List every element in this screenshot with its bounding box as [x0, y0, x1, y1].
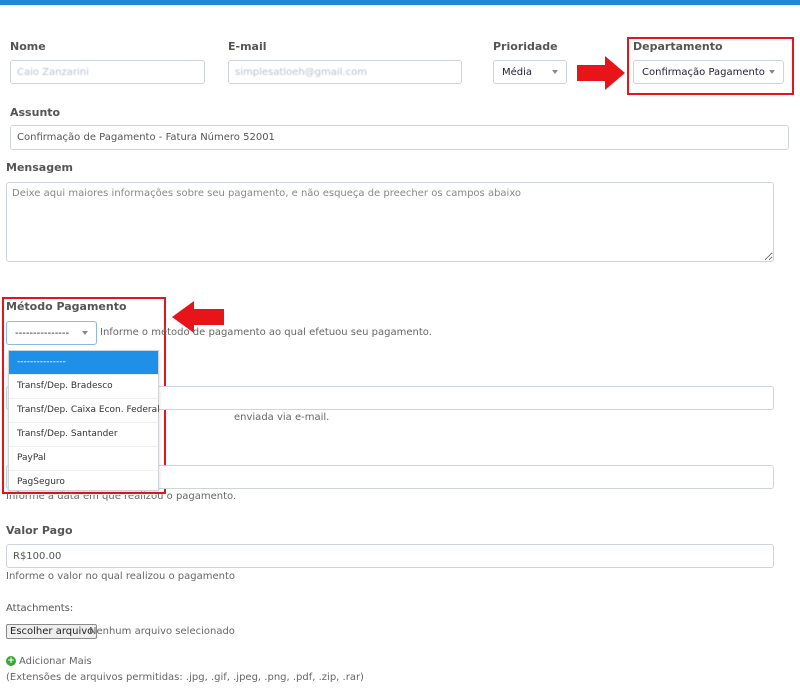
valor-value: R$100.00 — [13, 550, 62, 562]
dropdown-option[interactable]: PayPal — [9, 447, 158, 471]
mensagem-textarea[interactable] — [6, 182, 774, 262]
chevron-down-icon — [82, 331, 88, 335]
valor-help: Informe o valor no qual realizou o pagam… — [6, 571, 235, 582]
nome-value: Caio Zanzarini — [17, 66, 89, 78]
assunto-label: Assunto — [10, 106, 61, 119]
top-accent-bar — [0, 0, 800, 5]
choose-file-button[interactable]: Escolher arquivo — [6, 624, 98, 639]
departamento-label: Departamento — [633, 40, 723, 53]
allowed-extensions: (Extensões de arquivos permitidas: .jpg,… — [6, 672, 364, 683]
add-more-link[interactable]: Adicionar Mais — [19, 656, 92, 667]
metodo-help: Informe o método de pagamento ao qual ef… — [100, 327, 432, 338]
chevron-down-icon — [552, 70, 558, 74]
departamento-value: Confirmação Pagamento — [642, 66, 765, 78]
assunto-input[interactable]: Confirmação de Pagamento - Fatura Número… — [10, 125, 789, 150]
mensagem-label: Mensagem — [6, 161, 74, 174]
red-arrow-right-icon — [577, 56, 625, 90]
dropdown-option[interactable]: PagSeguro — [9, 471, 158, 495]
metodo-select[interactable]: --------------- — [6, 321, 97, 345]
metodo-label: Método Pagamento — [6, 300, 127, 313]
prioridade-select[interactable]: Média — [493, 60, 567, 84]
dropdown-option[interactable]: Transf/Dep. Caixa Econ. Federal — [9, 399, 160, 423]
prioridade-value: Média — [502, 66, 533, 78]
dropdown-option[interactable]: Transf/Dep. Santander — [9, 423, 158, 447]
attachments-label: Attachments: — [6, 603, 74, 614]
red-arrow-left-icon — [172, 301, 224, 333]
nome-label: Nome — [10, 40, 46, 53]
chevron-down-icon — [769, 70, 775, 74]
email-value: simplesatloeh@gmail.com — [235, 66, 367, 78]
dropdown-option[interactable]: Transf/Dep. Bradesco — [9, 375, 158, 399]
departamento-select[interactable]: Confirmação Pagamento — [633, 60, 784, 84]
valor-label: Valor Pago — [6, 524, 73, 537]
file-status: Nenhum arquivo selecionado — [89, 626, 235, 637]
metodo-dropdown-list: --------------- Transf/Dep. Bradesco Tra… — [8, 350, 160, 495]
email-input[interactable]: simplesatloeh@gmail.com — [228, 60, 462, 84]
valor-input[interactable]: R$100.00 — [6, 544, 774, 568]
metodo-value: --------------- — [15, 327, 70, 339]
add-circle-icon[interactable]: + — [6, 656, 16, 666]
prioridade-label: Prioridade — [493, 40, 558, 53]
dropdown-option[interactable]: --------------- — [9, 351, 158, 375]
email-label: E-mail — [228, 40, 267, 53]
assunto-value: Confirmação de Pagamento - Fatura Número… — [17, 132, 275, 143]
nome-input[interactable]: Caio Zanzarini — [10, 60, 205, 84]
